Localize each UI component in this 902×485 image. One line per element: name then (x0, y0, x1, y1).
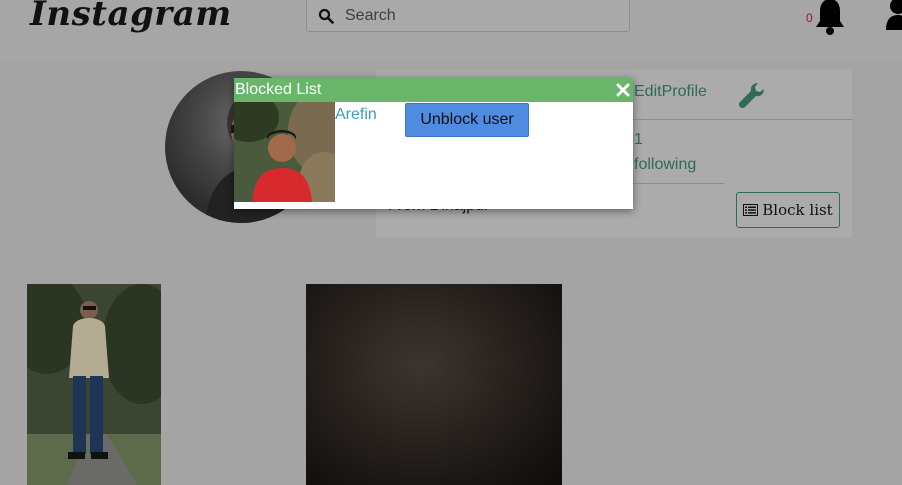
instagram-logo[interactable]: Instagram (30, 0, 232, 34)
user-icon[interactable] (884, 0, 902, 30)
blocked-list-modal: Blocked List Arefin Unblock user (234, 78, 633, 209)
edit-profile-link[interactable]: EditProfile (634, 83, 707, 101)
unblock-user-button[interactable]: Unblock user (405, 103, 529, 137)
blocked-user-avatar (234, 102, 335, 202)
navbar: Instagram 0 (0, 0, 902, 60)
blocked-user-name[interactable]: Arefin (335, 106, 377, 124)
bell-icon[interactable] (812, 0, 848, 36)
followers-count[interactable]: 1 (634, 131, 643, 149)
search-box[interactable] (306, 0, 630, 33)
modal-header: Blocked List (234, 78, 633, 102)
search-input[interactable] (343, 0, 627, 33)
blocked-user-photo (234, 102, 335, 202)
list-icon (743, 204, 759, 216)
post-photo (27, 284, 161, 485)
post-image[interactable] (27, 284, 161, 485)
modal-title: Blocked List (235, 81, 322, 98)
post-image[interactable] (306, 284, 562, 485)
following-link[interactable]: following (634, 156, 696, 174)
close-icon[interactable] (615, 82, 631, 98)
block-list-label: Block list (762, 201, 833, 219)
block-list-button[interactable]: Block list (736, 192, 840, 228)
wrench-icon[interactable] (736, 80, 768, 112)
search-icon (318, 8, 334, 24)
